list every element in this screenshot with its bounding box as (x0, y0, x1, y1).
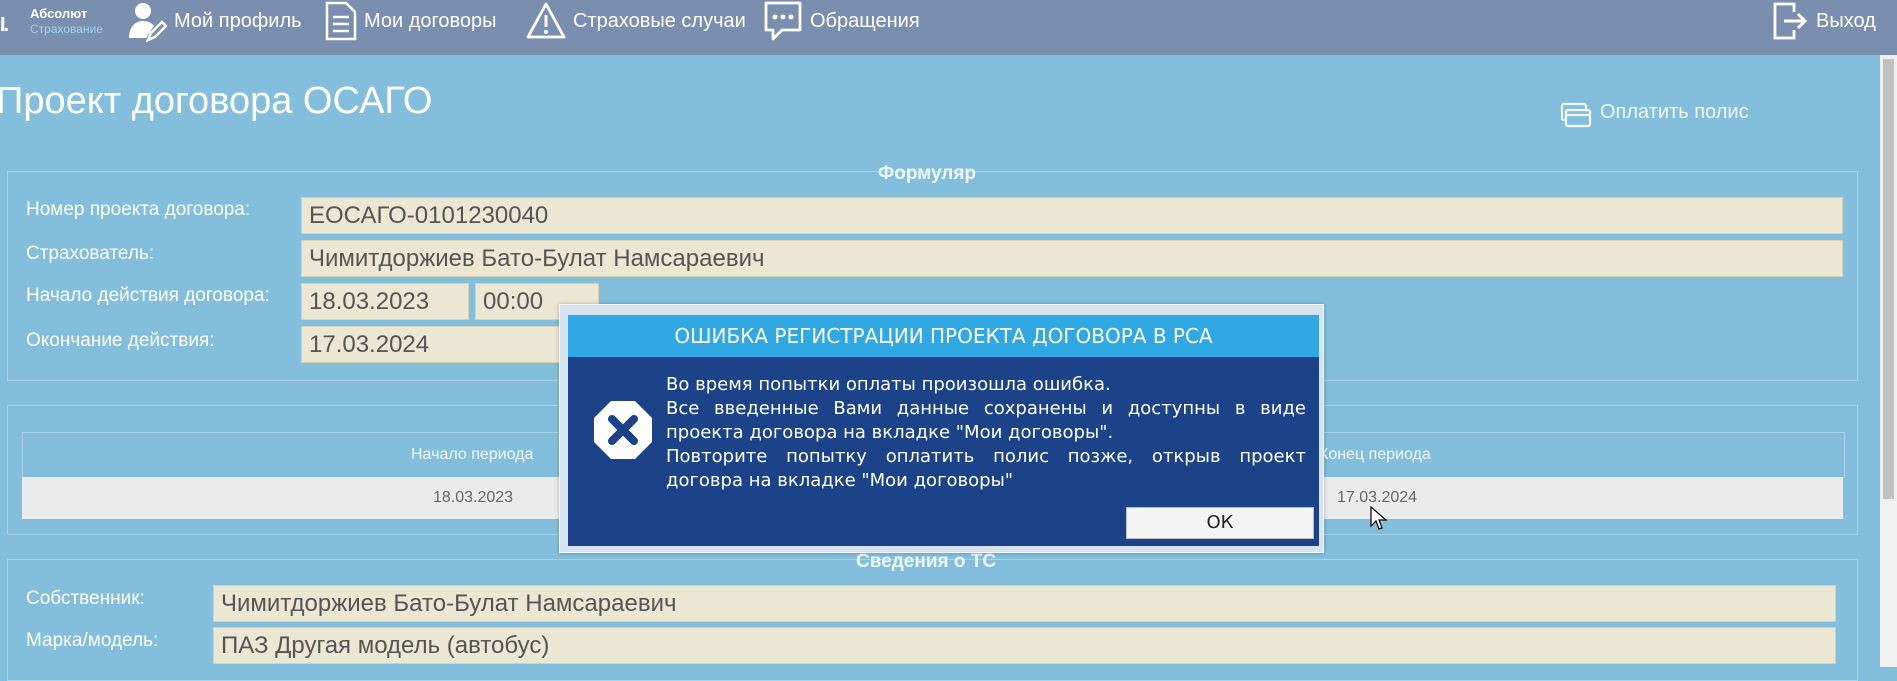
model-field[interactable]: ПАЗ Другая модель (автобус) (213, 627, 1836, 664)
ok-button[interactable]: ОК (1126, 507, 1314, 539)
nav-my-profile[interactable]: Мой профиль (126, 0, 302, 42)
nav-my-contracts[interactable]: Мои договоры (324, 0, 497, 42)
logo[interactable]: I. Абсолют Страхование (0, 4, 118, 38)
contract-number-field[interactable]: ЕОСАГО-0101230040 (301, 197, 1843, 234)
dialog-message-line3: Повторите попытку оплатить полис позже, … (666, 446, 1306, 491)
contract-number-label: Номер проекта договора: (26, 199, 251, 220)
exit-icon (1773, 2, 1808, 40)
logo-line2: Страхование (30, 22, 103, 36)
scrollbar-thumb[interactable] (1883, 59, 1894, 499)
top-navigation-bar: I. Абсолют Страхование Мой профиль Мои д… (0, 0, 1897, 55)
error-dialog: ОШИБКА РЕГИСТРАЦИИ ПРОЕКТА ДОГОВОРА В РС… (559, 304, 1324, 553)
nav-my-profile-label: Мой профиль (174, 9, 302, 32)
nav-insurance-cases[interactable]: Страховые случаи (525, 0, 746, 42)
chat-icon (764, 1, 802, 41)
start-date-field[interactable]: 18.03.2023 (301, 283, 469, 320)
logo-mark: I. (0, 14, 9, 36)
vehicle-legend: Сведения о ТС (856, 551, 997, 572)
dialog-body: Во время попытки оплаты произошла ошибка… (568, 357, 1319, 546)
nav-appeals-label: Обращения (810, 9, 920, 32)
column-period-start: Начало периода (411, 446, 534, 463)
form-legend: Формуляр (878, 163, 977, 184)
warning-icon (526, 2, 566, 39)
logout-label: Выход (1816, 9, 1876, 32)
pay-policy-label: Оплатить полис (1600, 100, 1749, 123)
owner-field[interactable]: Чимитдоржиев Бато-Булат Намсараевич (213, 585, 1836, 622)
period-start-cell: 18.03.2023 (433, 489, 514, 506)
nav-insurance-cases-label: Страховые случаи (573, 9, 746, 32)
dialog-message-line1: Во время попытки оплаты произошла ошибка… (666, 374, 1111, 395)
error-icon (594, 401, 652, 459)
start-date-label: Начало действия договора: (26, 285, 270, 306)
dialog-title: ОШИБКА РЕГИСТРАЦИИ ПРОЕКТА ДОГОВОРА В РС… (568, 315, 1319, 357)
logout-button[interactable]: Выход (1772, 0, 1876, 42)
logo-line1: Абсолют (30, 6, 88, 21)
pay-policy-button[interactable]: Оплатить полис (1560, 96, 1749, 128)
card-icon (1560, 102, 1592, 128)
insurer-field[interactable]: Чимитдоржиев Бато-Булат Намсараевич (301, 240, 1843, 277)
page-scrollbar[interactable] (1880, 55, 1897, 667)
dialog-message-line2: Все введенные Вами данные сохранены и до… (666, 398, 1306, 443)
nav-appeals[interactable]: Обращения (762, 0, 920, 42)
owner-label: Собственник: (26, 588, 145, 609)
document-icon (325, 1, 357, 41)
insurer-label: Страхователь: (26, 243, 155, 264)
dialog-message: Во время попытки оплаты произошла ошибка… (666, 373, 1306, 493)
end-date-field[interactable]: 17.03.2024 (301, 326, 571, 363)
nav-my-contracts-label: Мои договоры (364, 9, 497, 32)
end-date-label: Окончание действия: (26, 330, 215, 351)
page-title: Проект договора ОСАГО (0, 80, 433, 122)
mouse-cursor-icon (1370, 506, 1388, 530)
model-label: Марка/модель: (26, 630, 159, 651)
column-period-end: Конец периода (1319, 446, 1431, 463)
period-end-cell: 17.03.2024 (1337, 489, 1418, 506)
user-edit-icon (129, 3, 168, 42)
